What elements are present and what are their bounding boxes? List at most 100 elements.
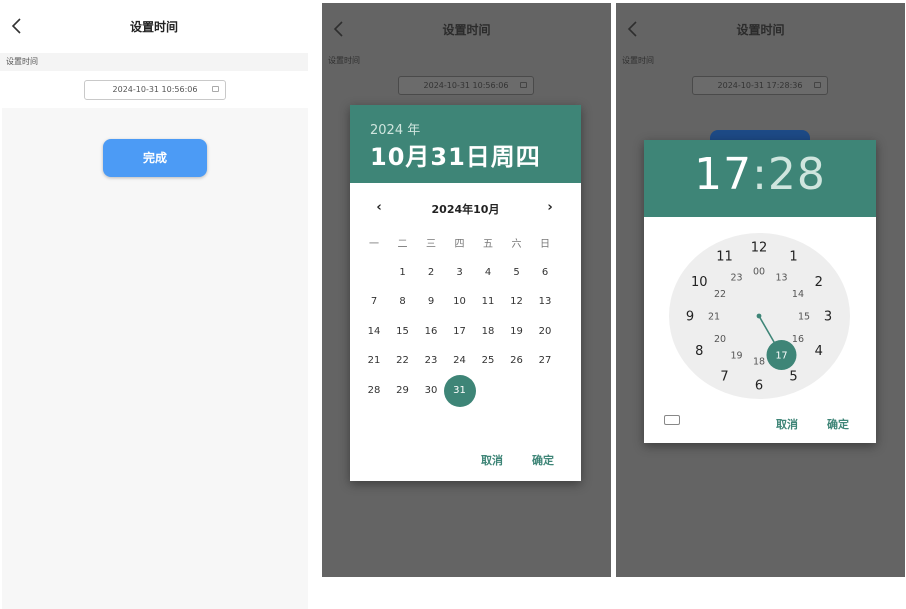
clock-hour-inner[interactable]: 23: [730, 273, 742, 284]
calendar-day[interactable]: 21: [360, 349, 388, 373]
nav-bar: 设置时间: [0, 0, 308, 52]
calendar-day[interactable]: 4: [474, 261, 502, 285]
screen-set-time: 设置时间 设置时间 2024-10-31 10:56:06 完成: [0, 0, 308, 609]
clock-hour-inner[interactable]: 17: [775, 350, 787, 361]
weekday-header: 四: [454, 239, 465, 250]
clock-hour-inner[interactable]: 21: [708, 312, 720, 323]
calendar-day[interactable]: 14: [360, 320, 388, 344]
datetime-input[interactable]: 2024-10-31 10:56:06: [84, 80, 226, 100]
calendar-day[interactable]: 7: [360, 290, 388, 314]
calendar-day[interactable]: 8: [389, 290, 417, 314]
clock-hour-outer[interactable]: 4: [815, 344, 823, 359]
calendar-day[interactable]: 9: [417, 290, 445, 314]
calendar-day[interactable]: 18: [474, 320, 502, 344]
calendar-day[interactable]: 30: [417, 379, 445, 403]
keyboard-icon[interactable]: [664, 415, 680, 425]
ok-button[interactable]: 确定: [827, 416, 849, 432]
time-picker-header: 17:28: [644, 140, 876, 217]
year-label[interactable]: 2024 年: [370, 119, 420, 138]
datetime-input: 2024-10-31 10:56:06: [398, 76, 534, 95]
weekday-header: 一: [369, 239, 379, 250]
calendar-day[interactable]: 29: [389, 379, 417, 403]
content-area: [2, 108, 308, 609]
ok-button[interactable]: 确定: [532, 452, 554, 468]
field-label: 设置时间: [328, 56, 360, 65]
time-separator: :: [752, 149, 768, 200]
clock-hour-outer[interactable]: 11: [716, 250, 733, 265]
clock-hour-outer[interactable]: 9: [686, 310, 694, 325]
calendar-day[interactable]: 3: [446, 261, 474, 285]
clock-hour-inner[interactable]: 16: [792, 334, 804, 345]
datetime-value: 2024-10-31 10:56:06: [112, 85, 198, 94]
clock-hour-inner[interactable]: 14: [792, 289, 804, 300]
screen-date-picker: 设置时间 设置时间 2024-10-31 10:56:06 2024 年 10月…: [322, 3, 611, 577]
cancel-button[interactable]: 取消: [776, 416, 798, 432]
weekday-header: 六: [511, 239, 522, 250]
month-navigation: ‹ 2024年10月 ›: [350, 201, 581, 217]
clock-hour-outer[interactable]: 3: [824, 310, 832, 325]
field-label: 设置时间: [0, 53, 308, 71]
datetime-value: 2024-10-31 10:56:06: [423, 81, 509, 90]
calendar-day[interactable]: 16: [417, 320, 445, 344]
hour-display[interactable]: 17: [694, 149, 752, 200]
date-picker-dialog: 2024 年 10月31日周四 ‹ 2024年10月 › 一二三四五六日1234…: [350, 105, 581, 481]
calendar-day[interactable]: 19: [503, 320, 531, 344]
calendar-day[interactable]: 17: [446, 320, 474, 344]
clock-dial: 121234567891011001314151617181920212223: [686, 241, 832, 394]
weekday-header: 五: [483, 239, 493, 250]
calendar-day[interactable]: 11: [474, 290, 502, 314]
done-button[interactable]: 完成: [103, 139, 207, 177]
calendar-day[interactable]: 23: [417, 349, 445, 373]
calendar-icon: [520, 82, 527, 88]
calendar-day[interactable]: 24: [446, 349, 474, 373]
weekday-header: 日: [540, 239, 550, 250]
clock-hour-outer[interactable]: 2: [815, 275, 823, 290]
clock-hour-inner[interactable]: 20: [714, 334, 726, 345]
clock-hour-outer[interactable]: 6: [755, 379, 763, 394]
clock-hour-outer[interactable]: 7: [720, 369, 728, 384]
calendar-icon: [814, 82, 821, 88]
calendar-day[interactable]: 28: [360, 379, 388, 403]
calendar-day[interactable]: 22: [389, 349, 417, 373]
calendar-day[interactable]: 10: [446, 290, 474, 314]
clock-hour-inner[interactable]: 15: [798, 312, 810, 323]
selected-date-label: 10月31日周四: [370, 143, 541, 171]
weekday-header: 二: [397, 239, 408, 250]
field-label: 设置时间: [622, 56, 654, 65]
clock-hour-inner[interactable]: 22: [714, 289, 726, 300]
date-picker-header: 2024 年 10月31日周四: [350, 105, 581, 183]
calendar-day[interactable]: 27: [531, 349, 559, 373]
clock-center-dot: [756, 313, 762, 319]
clock-hour-inner[interactable]: 13: [775, 273, 787, 284]
clock-hour-outer[interactable]: 5: [789, 369, 797, 384]
chevron-right-icon[interactable]: ›: [543, 201, 557, 215]
clock-hour-outer[interactable]: 10: [691, 275, 708, 290]
weekday-header: 三: [426, 239, 436, 250]
calendar-day[interactable]: 1: [389, 261, 417, 285]
clock-hour-inner[interactable]: 00: [753, 267, 765, 278]
calendar-day[interactable]: 25: [474, 349, 502, 373]
calendar-day[interactable]: 12: [503, 290, 531, 314]
screen-time-picker: 设置时间 设置时间 2024-10-31 17:28:36 完成 17:28 1…: [616, 3, 905, 577]
calendar-day[interactable]: 2: [417, 261, 445, 285]
clock-hour-outer[interactable]: 8: [695, 344, 703, 359]
datetime-input: 2024-10-31 17:28:36: [692, 76, 828, 95]
clock-hour-outer[interactable]: 1: [789, 250, 797, 265]
clock-hour-inner[interactable]: 18: [753, 357, 765, 368]
calendar-day[interactable]: 31: [446, 379, 474, 403]
clock-hour-outer[interactable]: 12: [751, 241, 768, 256]
time-picker-dialog: 17:28 12 1 2 3 4 5 6 7 8 9 10 11 00 13 14 15 16 17 18 19 20 2…: [644, 140, 876, 443]
calendar-day[interactable]: 20: [531, 320, 559, 344]
page-title: 设置时间: [442, 23, 491, 37]
datetime-value: 2024-10-31 17:28:36: [717, 81, 803, 90]
calendar-day[interactable]: 15: [389, 320, 417, 344]
calendar-day[interactable]: 13: [531, 290, 559, 314]
calendar-day[interactable]: 6: [531, 261, 559, 285]
clock-hour-inner[interactable]: 19: [730, 350, 742, 361]
calendar-day[interactable]: 5: [503, 261, 531, 285]
calendar-day[interactable]: 26: [503, 349, 531, 373]
cancel-button[interactable]: 取消: [481, 452, 503, 468]
calendar-icon: [212, 86, 219, 92]
page-title: 设置时间: [736, 23, 785, 37]
minute-display[interactable]: 28: [768, 149, 826, 200]
